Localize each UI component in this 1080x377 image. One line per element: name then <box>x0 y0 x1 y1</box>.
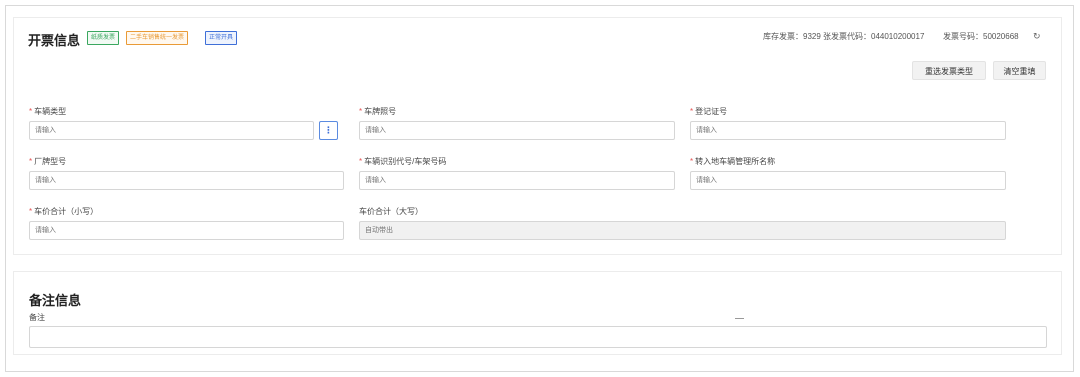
invoice-code: 发票代码：044010200017 <box>831 32 925 41</box>
tag-normal-issue: 正常开具 <box>205 31 238 45</box>
remarks-label: 备注 <box>29 313 45 322</box>
invoice-info-title: 开票信息 <box>28 33 81 48</box>
reg-cert-label-text: 登记证号 <box>695 107 728 116</box>
dmv-name-label: * 转入地车辆管理所名称 <box>690 156 775 167</box>
model-no-label-text: 厂牌型号 <box>34 157 67 166</box>
reg-cert-label: * 登记证号 <box>690 106 727 117</box>
required-mark: * <box>29 107 33 116</box>
stock-count: 库存发票：9329 张 <box>763 32 832 41</box>
required-mark: * <box>359 157 363 166</box>
remarks-title: 备注信息 <box>29 293 82 308</box>
plate-no-label-text: 车牌照号 <box>364 107 397 116</box>
dmv-name-label-text: 转入地车辆管理所名称 <box>695 157 776 166</box>
dmv-name-input[interactable] <box>690 171 1006 190</box>
reg-cert-input[interactable] <box>690 121 1006 140</box>
remarks-input[interactable] <box>29 326 1047 348</box>
vin-label-text: 车辆识别代号/车架号码 <box>364 157 447 166</box>
required-mark: * <box>29 157 33 166</box>
vehicle-type-label: * 车辆类型 <box>29 106 66 117</box>
required-mark: * <box>690 107 694 116</box>
model-no-label: * 厂牌型号 <box>29 156 66 167</box>
vehicle-type-input[interactable] <box>29 121 314 140</box>
price-small-input[interactable] <box>29 221 344 240</box>
more-vertical-icon[interactable]: ⋮ <box>319 121 338 140</box>
price-big-input <box>359 221 1006 240</box>
refresh-icon[interactable]: ↻ <box>1033 31 1041 42</box>
plate-no-input[interactable] <box>359 121 675 140</box>
price-big-label: 车价合计（大写） <box>359 207 423 216</box>
vin-input[interactable] <box>359 171 675 190</box>
required-mark: * <box>690 157 694 166</box>
invoice-number: 发票号码：50020668 <box>943 32 1019 41</box>
clear-refill-button[interactable]: 清空重填 <box>993 61 1046 80</box>
vin-label: * 车辆识别代号/车架号码 <box>359 156 446 167</box>
vehicle-type-label-text: 车辆类型 <box>34 107 67 116</box>
price-small-label: * 车价合计（小写） <box>29 206 98 217</box>
price-small-label-text: 车价合计（小写） <box>34 207 99 216</box>
plate-no-label: * 车牌照号 <box>359 106 396 117</box>
tag-paper-invoice: 纸质发票 <box>87 31 120 45</box>
reselect-invoice-type-button[interactable]: 重选发票类型 <box>912 61 986 80</box>
required-mark: * <box>359 107 363 116</box>
required-mark: * <box>29 207 33 216</box>
divider <box>735 318 744 319</box>
model-no-input[interactable] <box>29 171 344 190</box>
tag-used-car-invoice: 二手车销售统一发票 <box>126 31 189 45</box>
